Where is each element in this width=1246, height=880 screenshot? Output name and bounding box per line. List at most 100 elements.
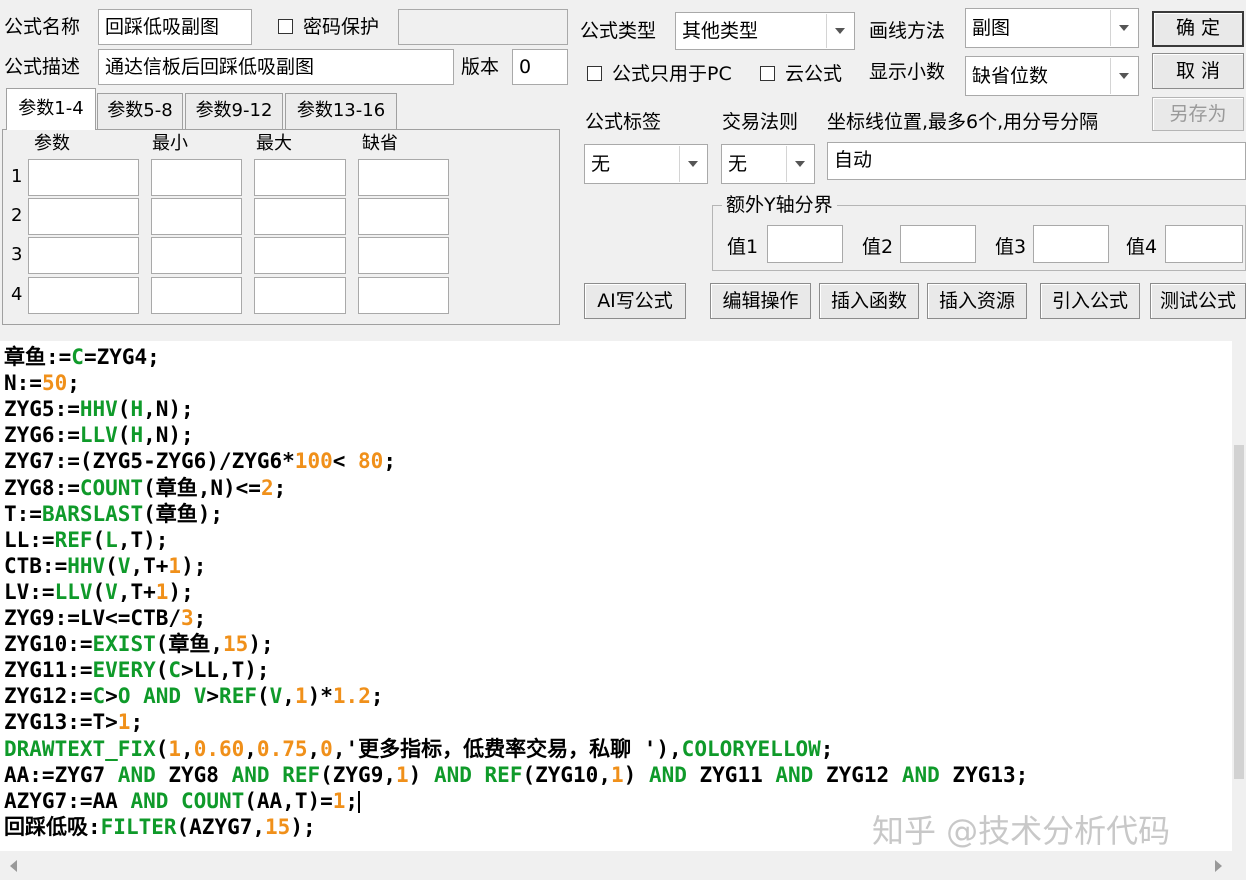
code-token: REF [54,527,93,552]
insert-function-button[interactable]: 插入函数 [819,283,919,319]
param-2-min-input[interactable] [151,198,242,235]
param-2-default-input[interactable] [358,198,449,235]
code-token: 2 [260,475,274,500]
code-line[interactable]: 回踩低吸:FILTER(AZYG7,15); [4,814,316,840]
code-line[interactable]: DRAWTEXT_FIX(1,0.60,0.75,0,'更多指标，低费率交易，私… [4,736,833,762]
param-1-min-input[interactable] [151,159,242,196]
horizontal-scrollbar[interactable] [0,851,1246,880]
code-token: (AZYG7, [176,814,266,839]
code-token: 1 [294,684,308,709]
draw-method-label: 画线方法 [869,20,946,42]
param-3-name-input[interactable] [28,237,139,274]
code-line[interactable]: LL:=REF(L,T); [4,527,168,553]
formula-desc-input[interactable]: 通达信板后回踩低吸副图 [98,49,454,85]
code-token: LL:= [4,527,55,552]
y-value-4-input[interactable] [1165,225,1243,263]
code-token: ; [383,449,396,474]
code-line[interactable]: T:=BARSLAST(章鱼); [4,501,223,527]
code-line[interactable]: CTB:=HHV(V,T+1); [4,553,206,579]
param-1-default-input[interactable] [358,159,449,196]
y-value-1-input[interactable] [767,225,843,263]
password-input[interactable] [398,9,568,45]
code-line[interactable]: ZYG13:=T>1; [4,709,143,735]
code-line[interactable]: ZYG10:=EXIST(章鱼,15); [4,631,274,657]
code-token: 15 [223,632,249,657]
code-line[interactable]: ZYG7:=(ZYG5-ZYG6)/ZYG6*100< 80; [4,448,396,474]
chevron-down-icon[interactable] [826,14,853,48]
scroll-right-icon[interactable] [1215,860,1222,872]
password-checkbox[interactable] [278,19,293,34]
y-value-1-label: 值1 [727,236,759,258]
trade-rule-select[interactable]: 无 [721,144,815,184]
param-4-min-input[interactable] [151,277,242,314]
code-token: AND [648,762,687,787]
chevron-down-icon[interactable] [1110,58,1137,94]
formula-tag-select[interactable]: 无 [584,144,708,184]
formula-type-select[interactable]: 其他类型 [675,12,855,50]
code-line[interactable]: N:=50; [4,370,80,396]
cancel-button[interactable]: 取 消 [1152,53,1244,89]
tab-params-5-8[interactable]: 参数5-8 [97,93,183,129]
code-token: 50 [41,371,68,396]
y-value-2-input[interactable] [900,225,976,263]
chevron-down-icon[interactable] [1110,10,1137,46]
trade-rule-value: 无 [728,153,748,175]
cloud-formula-checkbox[interactable] [760,66,775,81]
chevron-down-icon[interactable] [786,146,813,182]
param-3-max-input[interactable] [254,237,346,274]
version-input[interactable]: 0 [512,49,568,85]
scrollbar-thumb[interactable] [1234,445,1244,779]
code-token: 章鱼:= [4,345,72,369]
edit-operation-button[interactable]: 编辑操作 [710,283,811,319]
param-1-name-input[interactable] [28,159,139,196]
param-2-name-input[interactable] [28,198,139,235]
code-line[interactable]: 章鱼:=C=ZYG4; [4,344,160,370]
code-line[interactable]: AA:=ZYG7 AND ZYG8 AND REF(ZYG9,1) AND RE… [4,762,1028,788]
import-formula-button[interactable]: 引入公式 [1040,283,1140,319]
code-line[interactable]: ZYG12:=C>O AND V>REF(V,1)*1.2; [4,683,384,709]
code-token: , [244,736,257,761]
code-editor[interactable]: 章鱼:=C=ZYG4; N:=50; ZYG5:=HHV(H,N); ZYG6:=LL… [0,341,1232,851]
draw-method-select[interactable]: 副图 [965,8,1139,48]
code-line[interactable]: ZYG6:=LLV(H,N); [4,422,194,448]
param-row-number: 2 [11,205,23,226]
formula-name-input[interactable]: 回踩低吸副图 [98,9,252,45]
ai-write-formula-button[interactable]: AI写公式 [584,283,686,319]
tab-params-1-4[interactable]: 参数1-4 [6,88,96,130]
tab-params-13-16[interactable]: 参数13-16 [285,93,397,129]
code-token: =ZYG4; [83,345,160,369]
param-1-max-input[interactable] [254,159,346,196]
param-4-default-input[interactable] [358,277,449,314]
code-line[interactable]: ZYG8:=COUNT(章鱼,N)<=2; [4,475,286,501]
code-token: ); [168,579,194,604]
decimals-select[interactable]: 缺省位数 [965,56,1139,96]
code-token: , [181,736,194,761]
code-token: >LL,T); [181,658,270,683]
scroll-left-icon[interactable] [10,860,17,872]
param-4-name-input[interactable] [28,277,139,314]
test-formula-button[interactable]: 测试公式 [1150,283,1246,319]
code-line[interactable]: AZYG7:=AA AND COUNT(AA,T)=1; [4,788,361,814]
vertical-scrollbar[interactable] [1232,341,1246,851]
ok-button[interactable]: 确 定 [1152,11,1244,47]
chevron-down-icon[interactable] [679,146,706,182]
code-line[interactable]: LV:=LLV(V,T+1); [4,579,194,605]
y-value-3-input[interactable] [1033,225,1109,263]
code-line[interactable]: ZYG11:=EVERY(C>LL,T); [4,657,270,683]
code-token: > [105,684,118,709]
param-3-default-input[interactable] [358,237,449,274]
code-line[interactable]: ZYG5:=HHV(H,N); [4,396,194,422]
param-2-max-input[interactable] [254,198,346,235]
coord-lines-input[interactable]: 自动 [827,142,1246,180]
code-token: 1.2 [332,684,371,709]
param-row-number: 4 [11,284,23,305]
code-line[interactable]: ZYG9:=LV<=CTB/3; [4,605,206,631]
tab-params-9-12[interactable]: 参数9-12 [185,93,283,129]
param-4-max-input[interactable] [254,277,346,314]
pc-only-checkbox[interactable] [587,66,602,81]
param-3-min-input[interactable] [151,237,242,274]
save-as-button[interactable]: 另存为 [1152,97,1244,131]
code-token: , [282,684,295,709]
insert-resource-button[interactable]: 插入资源 [927,283,1027,319]
